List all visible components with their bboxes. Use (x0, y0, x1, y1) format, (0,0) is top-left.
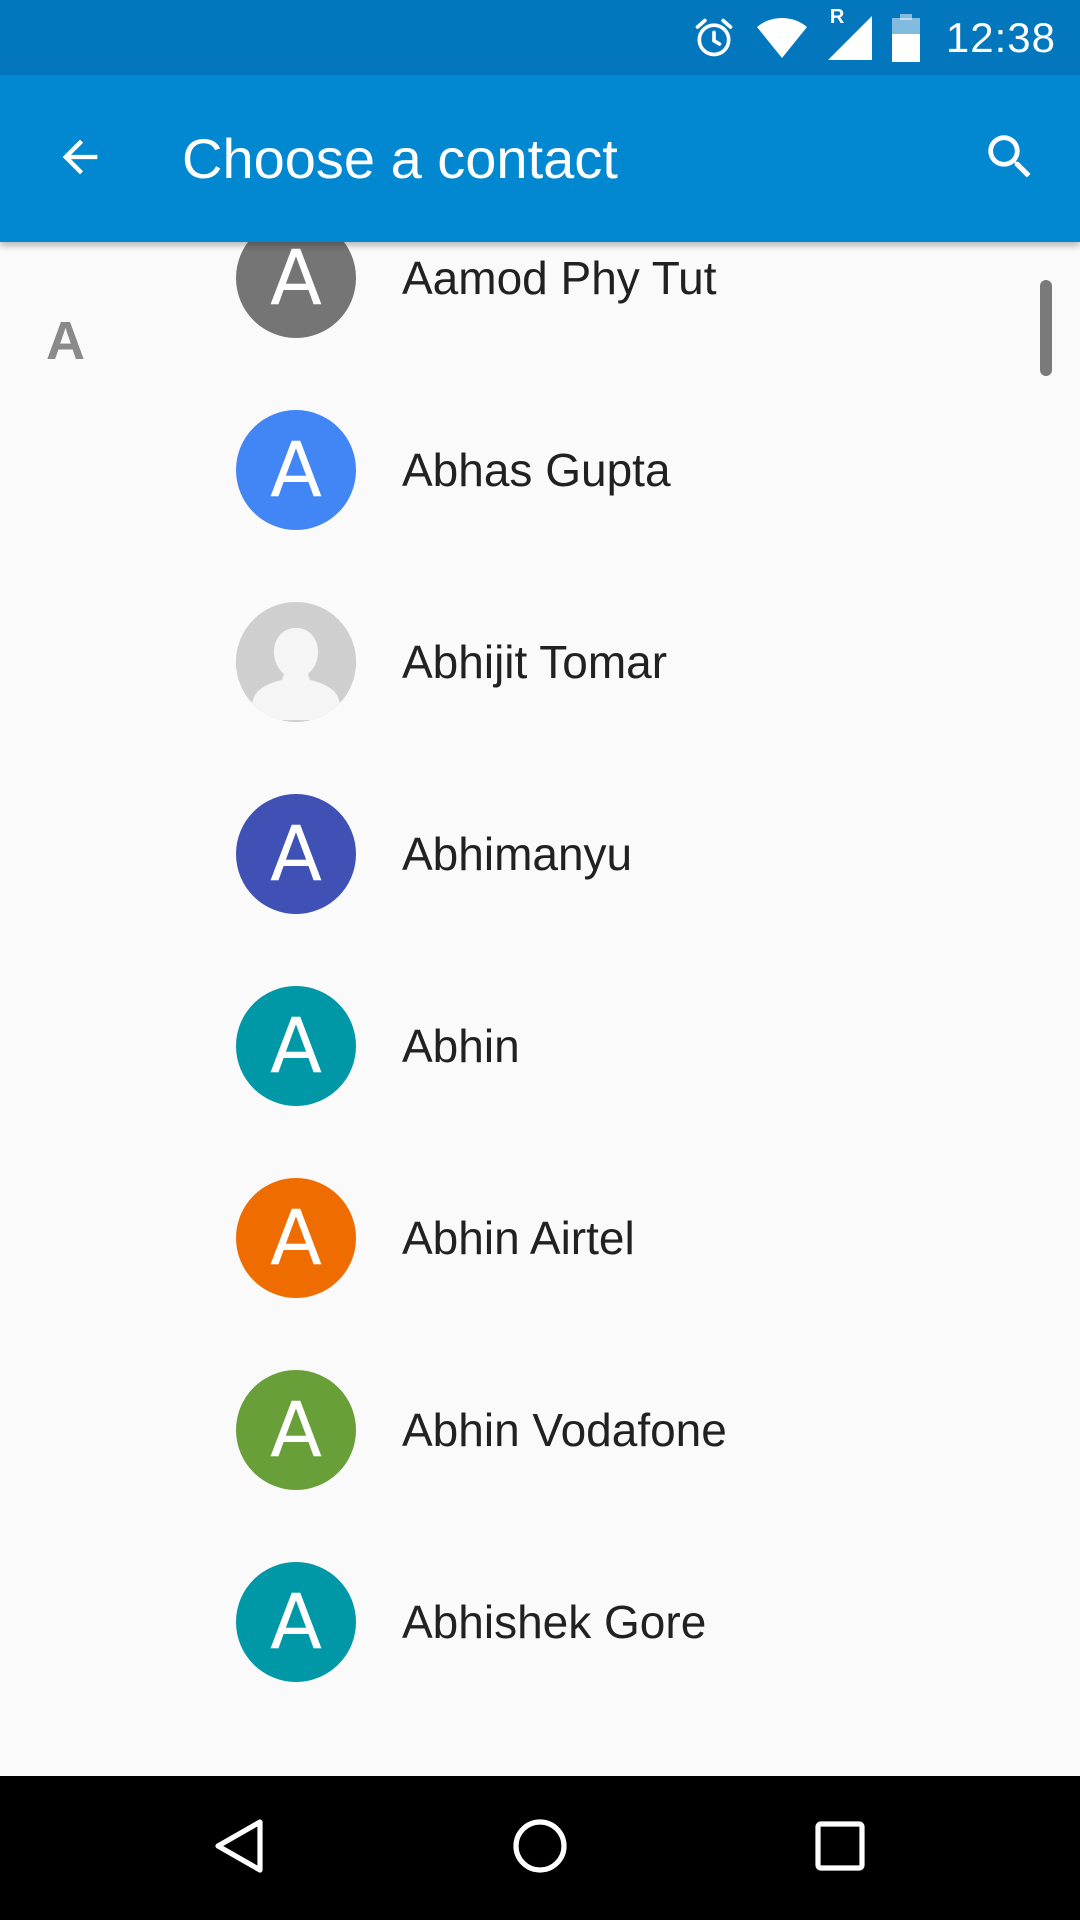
contact-name: Abhijit Tomar (402, 636, 668, 688)
nav-home-icon (510, 1816, 570, 1881)
nav-recents-button[interactable] (790, 1798, 890, 1898)
app-bar: Choose a contact (0, 75, 1080, 242)
contact-avatar: A (236, 1178, 356, 1298)
avatar-initial: A (270, 425, 322, 514)
contact-avatar: A (236, 410, 356, 530)
avatar-initial: A (270, 809, 322, 898)
status-icons: R 12:38 (692, 0, 1056, 75)
contact-row[interactable]: A Abhas Gupta (0, 374, 1080, 566)
contact-name: Abhin Vodafone (402, 1404, 727, 1456)
contact-row[interactable]: A Abhin (0, 950, 1080, 1142)
contact-list-area[interactable]: A A Aamod Phy Tut A Abhas Gupta Abhijit Toma… (0, 242, 1080, 1776)
nav-recents-icon (812, 1818, 868, 1879)
contact-avatar: A (236, 794, 356, 914)
status-time: 12:38 (945, 13, 1056, 61)
contact-name: Aamod Phy Tut (402, 252, 717, 304)
contact-name: Abhimanyu (402, 828, 633, 880)
navigation-bar (0, 1776, 1080, 1920)
contact-avatar: A (236, 1370, 356, 1490)
contact-avatar: A (236, 986, 356, 1106)
contact-avatar: A (236, 1562, 356, 1682)
contact-name: Abhin (402, 1020, 520, 1072)
contact-row[interactable]: A Abhin Vodafone (0, 1334, 1080, 1526)
nav-back-button[interactable] (190, 1798, 290, 1898)
nav-home-button[interactable] (490, 1798, 590, 1898)
contact-name: Abhishek Gore (402, 1596, 707, 1648)
nav-back-icon (210, 1816, 270, 1881)
page-title: Choose a contact (182, 127, 618, 190)
search-icon (981, 128, 1039, 191)
contact-row[interactable]: A Abhishek Gore (0, 1526, 1080, 1718)
avatar-initial: A (270, 242, 322, 322)
contact-list: A Aamod Phy Tut A Abhas Gupta Abhijit Tomar A… (0, 242, 1080, 1718)
contact-avatar (236, 602, 356, 722)
back-button[interactable] (40, 119, 120, 199)
battery-icon (891, 13, 920, 62)
status-bar: R 12:38 (0, 0, 1080, 75)
contact-avatar: A (236, 242, 356, 338)
contact-name: Abhin Airtel (402, 1212, 635, 1264)
contact-row[interactable]: Abhijit Tomar (0, 566, 1080, 758)
arrow-back-icon (54, 131, 106, 188)
default-person-icon (236, 602, 356, 722)
contact-name: Abhas Gupta (402, 444, 671, 496)
alarm-icon (692, 16, 736, 60)
avatar-initial: A (270, 1001, 322, 1090)
avatar-initial: A (270, 1385, 322, 1474)
contact-row[interactable]: A Abhimanyu (0, 758, 1080, 950)
wifi-icon (756, 16, 808, 60)
contact-row[interactable]: A Abhin Airtel (0, 1142, 1080, 1334)
scrollbar-thumb[interactable] (1040, 280, 1052, 376)
search-button[interactable] (970, 119, 1050, 199)
contact-row[interactable]: A Aamod Phy Tut (0, 242, 1080, 374)
avatar-initial: A (270, 1577, 322, 1666)
cell-signal-icon: R (827, 6, 872, 60)
avatar-initial: A (270, 1193, 322, 1282)
roaming-indicator: R (829, 5, 845, 28)
